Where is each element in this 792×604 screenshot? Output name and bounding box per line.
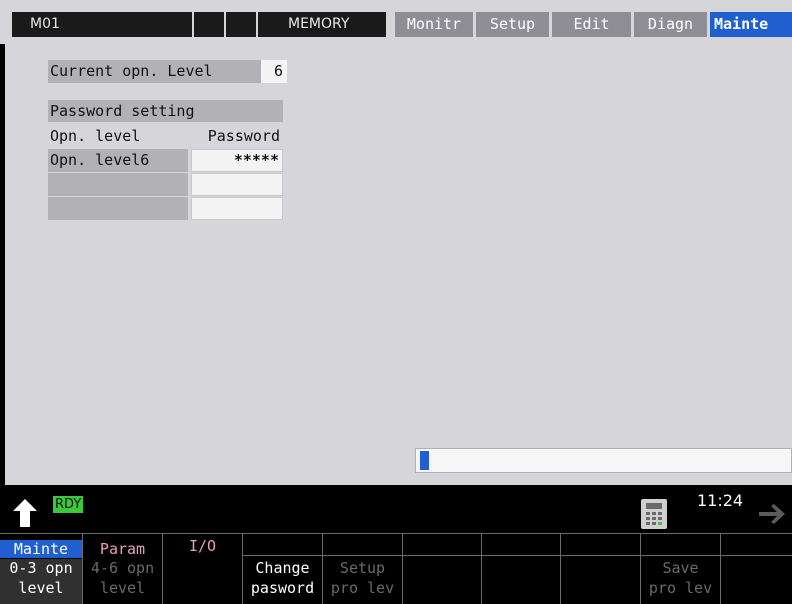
softkey-line1: 4-6 opn bbox=[90, 559, 155, 577]
softkey-bar: Mainte Param I/O 0-3 opn level 4-6 opn l… bbox=[0, 533, 792, 604]
password-setting-title: Password setting bbox=[48, 100, 283, 122]
right-arrow-icon[interactable] bbox=[757, 501, 789, 527]
clock: 11:24 bbox=[697, 491, 744, 510]
maintenance-panel: Current opn. Level 6 Password setting Op… bbox=[5, 37, 792, 485]
current-level-label: Current opn. Level bbox=[48, 60, 261, 83]
softkey-line1: Save bbox=[662, 559, 699, 577]
softkey-line2: pasword bbox=[250, 579, 315, 597]
separator bbox=[481, 533, 482, 604]
softkey-save-pro-lev[interactable]: Save pro lev bbox=[641, 559, 720, 604]
softkey-change-password[interactable]: Change pasword bbox=[243, 559, 322, 604]
softkey-line1: 0-3 opn bbox=[9, 559, 73, 577]
softkey-setup-pro-lev[interactable]: Setup pro lev bbox=[323, 559, 402, 604]
softkey-line2: level bbox=[99, 579, 146, 597]
column-header-password: Password bbox=[207, 127, 280, 145]
separator bbox=[720, 533, 721, 604]
separator bbox=[560, 533, 561, 604]
separator bbox=[402, 533, 403, 604]
password-row-cell[interactable] bbox=[191, 173, 283, 196]
up-arrow-icon[interactable] bbox=[10, 493, 40, 531]
tab-mainte[interactable]: Mainte bbox=[710, 12, 792, 37]
softkey-line2: pro lev bbox=[330, 579, 395, 597]
status-box-2 bbox=[226, 12, 256, 37]
softkey-mid-line bbox=[242, 555, 792, 556]
tab-edit[interactable]: Edit bbox=[552, 12, 631, 37]
calculator-icon[interactable] bbox=[641, 499, 667, 529]
input-field[interactable] bbox=[415, 448, 792, 473]
password-row-cell[interactable] bbox=[191, 197, 283, 220]
ready-indicator: RDY bbox=[53, 496, 84, 513]
softkey-top-line bbox=[0, 533, 792, 534]
tab-setup[interactable]: Setup bbox=[476, 12, 549, 37]
softkey-line2: level bbox=[18, 579, 64, 597]
softkey-4-6-opn-level[interactable]: 4-6 opn level bbox=[83, 559, 162, 604]
status-bar: RDY 11:24 bbox=[0, 487, 792, 533]
softkey-0-3-opn-level[interactable]: 0-3 opn level bbox=[0, 559, 82, 604]
level-row-cell[interactable]: Opn. level6 bbox=[48, 149, 188, 172]
column-header-level: Opn. level bbox=[50, 127, 141, 145]
current-level-value: 6 bbox=[261, 60, 287, 83]
softkey-line1: Setup bbox=[339, 559, 386, 577]
softkey-line2: pro lev bbox=[648, 579, 713, 597]
menu-tab-param[interactable]: Param bbox=[83, 540, 162, 558]
status-box-1 bbox=[194, 12, 224, 37]
menu-tab-io[interactable]: I/O bbox=[163, 537, 242, 555]
level-row-cell[interactable] bbox=[48, 197, 188, 220]
menu-tab-mainte[interactable]: Mainte bbox=[0, 540, 82, 558]
softkey-line1: Change bbox=[255, 559, 310, 577]
program-name: M01 bbox=[12, 12, 192, 37]
mode-indicator: MEMORY bbox=[258, 12, 386, 37]
password-row-cell[interactable]: ***** bbox=[191, 149, 283, 172]
tab-monitr[interactable]: Monitr bbox=[395, 12, 473, 37]
input-cursor bbox=[420, 451, 429, 470]
tab-diagn[interactable]: Diagn bbox=[634, 12, 707, 37]
level-row-cell[interactable] bbox=[48, 173, 188, 196]
